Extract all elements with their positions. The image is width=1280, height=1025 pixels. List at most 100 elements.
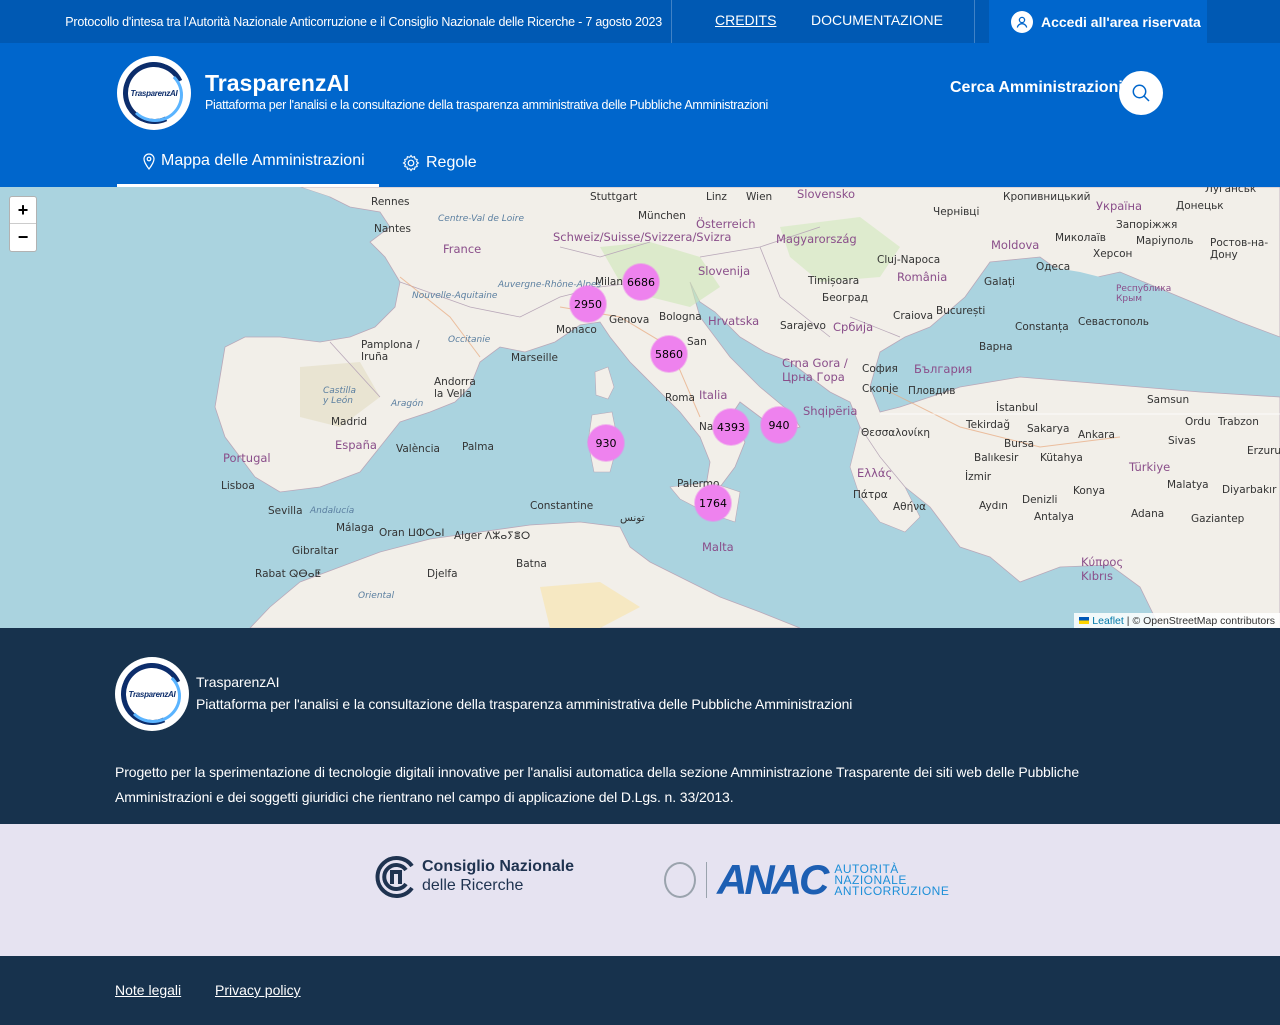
anac-logo[interactable]: ANAC AUTORITÀ NAZIONALE ANTICORRUZIONE — [664, 856, 949, 904]
map-label: Україна — [1096, 199, 1143, 213]
map-label: Миколаїв — [1055, 232, 1106, 244]
logo-text: TrasparenzAI — [130, 88, 178, 98]
search-icon — [1132, 84, 1150, 102]
footer: TrasparenzAI TrasparenzAI Piattaforma pe… — [0, 628, 1280, 824]
map-label: Ελλάς — [857, 466, 893, 480]
map-label: Aydın — [979, 500, 1008, 512]
map-label: España — [335, 438, 377, 452]
map-label: Constanța — [1015, 321, 1069, 333]
anac-line3: ANTICORRUZIONE — [834, 883, 950, 898]
map-label: Tekirdağ — [966, 419, 1010, 431]
map-label: Rennes — [371, 196, 410, 208]
map-label: Crna Gora / Црна Гора — [782, 356, 848, 384]
map-label: Nouvelle-Aquitaine — [412, 291, 498, 301]
map-label: Centre-Val de Loire — [438, 214, 525, 224]
map-label: Gibraltar — [292, 545, 339, 557]
zoom-in-button[interactable]: + — [10, 197, 36, 224]
map-label: Маріуполь — [1136, 235, 1194, 247]
map-label: Bologna — [659, 311, 702, 323]
map-label: Sarajevo — [780, 320, 826, 332]
leaflet-link[interactable]: Leaflet — [1092, 615, 1124, 627]
documentation-link[interactable]: DOCUMENTAZIONE — [811, 12, 943, 28]
map-label: Schweiz/Suisse/Svizzera/Svizra — [553, 230, 732, 244]
map-label: München — [638, 210, 686, 222]
ukraine-flag-icon — [1079, 617, 1090, 624]
map-label: Чернівці — [933, 206, 980, 218]
cnr-line2: delle Ricerche — [422, 877, 524, 894]
map-label: Samsun — [1147, 394, 1190, 406]
map-label: Linz — [706, 191, 727, 203]
map-label: Севастополь — [1078, 316, 1149, 328]
tab-map-label: Mappa delle Amministrazioni — [161, 152, 365, 169]
cluster-marker[interactable]: 6686 — [623, 264, 659, 300]
map-label: Србија — [833, 320, 874, 334]
map-label: Пловдив — [908, 385, 956, 397]
login-label: Accedi all'area riservata — [1041, 13, 1201, 30]
map-label: Rabat ⵕⴱⴰⵟ — [255, 568, 322, 580]
map-label: София — [862, 363, 898, 375]
map-label: Stuttgart — [590, 191, 638, 203]
search-button[interactable] — [1119, 71, 1163, 115]
tab-map[interactable]: Mappa delle Amministrazioni — [117, 138, 379, 187]
privacy-policy-link[interactable]: Privacy policy — [215, 982, 301, 998]
map-label: Alger ⴷⵣⴰⵢⴻⵔ — [454, 530, 531, 542]
map-label: Одеса — [1036, 261, 1071, 273]
login-button[interactable]: Accedi all'area riservata — [989, 0, 1207, 43]
divider — [974, 0, 975, 43]
cluster-marker[interactable]: 4393 — [713, 409, 749, 445]
map-label: Ankara — [1078, 429, 1115, 441]
brand-logo[interactable]: TrasparenzAI — [117, 56, 191, 130]
map-label: Adana — [1131, 508, 1165, 520]
cluster-marker[interactable]: 930 — [588, 425, 624, 461]
map-label: Aragón — [391, 399, 424, 409]
map-label: Sakarya — [1027, 423, 1070, 435]
logo-text: TrasparenzAI — [128, 689, 176, 699]
tab-rules-label: Regole — [426, 153, 477, 171]
credits-link[interactable]: CREDITS — [715, 12, 776, 28]
map-label: Batna — [516, 558, 547, 570]
map-label: Magyarország — [776, 232, 857, 246]
search-label[interactable]: Cerca Amministrazioni — [950, 79, 1123, 97]
top-bar: Protocollo d'intesa tra l'Autorità Nazio… — [0, 0, 1280, 43]
brand-title[interactable]: TrasparenzAI — [205, 70, 349, 97]
map-label: Trabzon — [1218, 416, 1259, 428]
cluster-marker[interactable]: 5860 — [651, 336, 687, 372]
map-label: Πάτρα — [853, 489, 888, 501]
zoom-out-button[interactable]: − — [10, 224, 36, 251]
map-label: Nantes — [374, 223, 411, 235]
cluster-marker[interactable]: 940 — [761, 407, 797, 443]
map-label: Malatya — [1167, 479, 1209, 491]
map-label: İstanbul — [996, 402, 1039, 414]
gear-icon — [402, 154, 420, 171]
map-label: İzmir — [965, 471, 992, 483]
map-label: Konya — [1073, 485, 1106, 497]
map-label: Denizli — [1022, 494, 1058, 506]
map-label: تونس — [620, 512, 645, 524]
partner-logos: Consiglio Nazionale delle Ricerche ANAC … — [0, 824, 1280, 956]
map-label: București — [936, 305, 986, 317]
protocol-notice: Protocollo d'intesa tra l'Autorità Nazio… — [65, 14, 662, 29]
cluster-marker[interactable]: 2950 — [570, 286, 606, 322]
map-label: България — [914, 362, 973, 376]
map-label: Timișoara — [808, 275, 860, 287]
map-label: Roma — [665, 392, 695, 404]
map-label: Sevilla — [268, 505, 303, 517]
map-label: Донецьк — [1176, 200, 1224, 212]
map-label: Ordu — [1185, 416, 1211, 428]
map-label: Na — [699, 421, 714, 433]
cnr-logo[interactable]: Consiglio Nazionale delle Ricerche — [372, 854, 574, 898]
map-label: Marseille — [511, 352, 558, 364]
map-label: Genova — [609, 314, 650, 326]
tab-rules[interactable]: Regole — [402, 138, 477, 187]
legal-bar: Note legali Privacy policy — [0, 956, 1280, 1025]
map-label: Bursa — [1004, 438, 1035, 450]
map-label: Antalya — [1034, 511, 1074, 523]
map-label: Occitanie — [448, 335, 491, 345]
legal-notes-link[interactable]: Note legali — [115, 982, 181, 998]
map-label: Αθήνα — [893, 501, 927, 513]
administrations-map[interactable]: Rennes Nantes Centre-Val de Loire France… — [0, 187, 1280, 628]
map-label: Galați — [984, 276, 1015, 288]
map-label: France — [443, 242, 482, 256]
cluster-marker[interactable]: 1764 — [695, 485, 731, 521]
map-label: Kütahya — [1040, 452, 1083, 464]
